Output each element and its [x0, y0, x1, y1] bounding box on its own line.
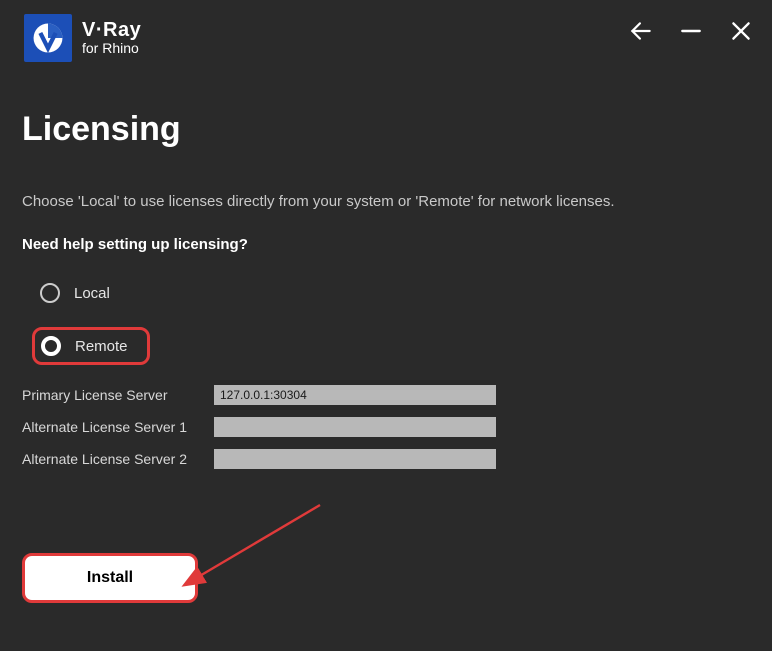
alt-server-1-label: Alternate License Server 1: [22, 419, 214, 435]
back-button[interactable]: [628, 18, 654, 49]
radio-remote[interactable]: Remote: [41, 334, 141, 358]
radio-circle-icon: [40, 283, 60, 303]
primary-server-input[interactable]: [214, 385, 496, 405]
app-logo: V·Ray for Rhino: [24, 14, 141, 62]
product-name: V·Ray: [82, 19, 141, 41]
page-description: Choose 'Local' to use licenses directly …: [22, 193, 750, 210]
help-link[interactable]: Need help setting up licensing?: [22, 236, 750, 253]
minimize-button[interactable]: [678, 18, 704, 49]
radio-local-label: Local: [74, 285, 110, 302]
arrow-annotation-icon: [180, 499, 340, 599]
vray-logo-icon: [24, 14, 72, 62]
alt-server-2-label: Alternate License Server 2: [22, 451, 214, 467]
alt-server-1-input[interactable]: [214, 417, 496, 437]
primary-server-label: Primary License Server: [22, 387, 214, 403]
page-title: Licensing: [22, 110, 750, 149]
close-button[interactable]: [728, 18, 754, 49]
install-button-highlight: Install: [22, 553, 198, 603]
radio-remote-label: Remote: [75, 338, 128, 355]
radio-circle-icon: [41, 336, 61, 356]
install-button[interactable]: Install: [29, 560, 191, 596]
alt-server-2-input[interactable]: [214, 449, 496, 469]
install-button-label: Install: [87, 569, 133, 587]
product-subtitle: for Rhino: [82, 41, 141, 56]
remote-option-highlight: Remote: [32, 327, 150, 365]
radio-local[interactable]: Local: [32, 277, 750, 309]
